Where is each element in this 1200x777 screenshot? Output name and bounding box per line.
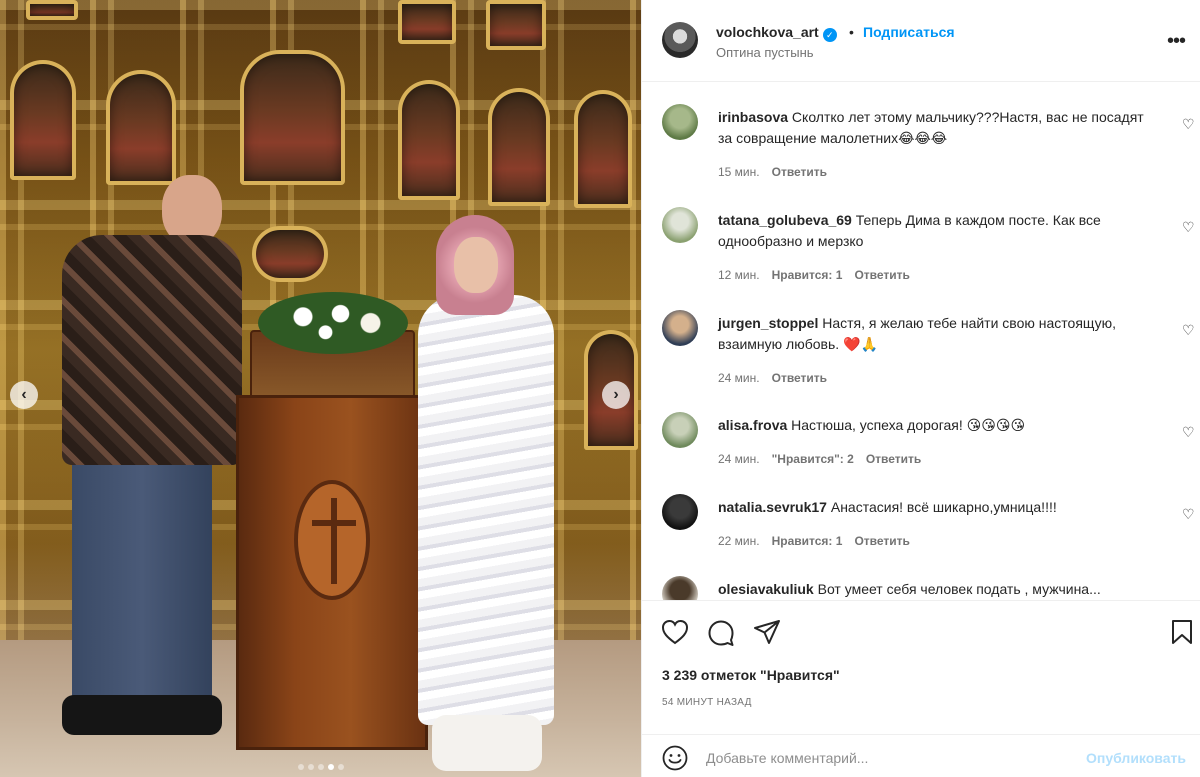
carousel-dot xyxy=(337,764,344,770)
like-comment-heart-icon[interactable]: ♡ xyxy=(1182,424,1195,441)
like-heart-icon[interactable] xyxy=(661,619,689,645)
comment-time: 12 мин. xyxy=(718,268,760,282)
commenter-avatar[interactable] xyxy=(662,494,698,530)
comment-body: Анастасия! всё шикарно,умница!!!! xyxy=(830,499,1057,515)
comment-body: Вот умеет себя человек подать , мужчина.… xyxy=(817,581,1101,597)
comment-text: natalia.sevruk17 Анастасия! всё шикарно,… xyxy=(718,497,1158,518)
carousel-dot xyxy=(317,764,324,770)
post-header: volochkova_art ✓ • Подписаться Оптина пус… xyxy=(642,0,1200,82)
icon-panel xyxy=(240,50,345,185)
comment-meta: 12 мин. Нравится: 1 Ответить xyxy=(718,268,910,282)
save-bookmark-icon[interactable] xyxy=(1171,619,1193,645)
comment-meta: 22 мин. Нравится: 1 Ответить xyxy=(718,534,910,548)
comment-time: 22 мин. xyxy=(718,534,760,548)
like-comment-heart-icon[interactable]: ♡ xyxy=(1182,322,1195,339)
comment-bubble-icon[interactable] xyxy=(707,619,735,647)
more-options-icon[interactable]: ••• xyxy=(1167,30,1186,53)
add-comment-bar: Опубликовать xyxy=(642,734,1200,777)
comment-username[interactable]: natalia.sevruk17 xyxy=(718,499,827,515)
post-side-panel: volochkova_art ✓ • Подписаться Оптина пус… xyxy=(641,0,1200,777)
carousel-dot xyxy=(297,764,304,770)
reply-button[interactable]: Ответить xyxy=(772,371,827,385)
reply-button[interactable]: Ответить xyxy=(854,268,909,282)
carousel-dot xyxy=(327,764,334,770)
carousel-indicator xyxy=(0,764,641,770)
icon-panel xyxy=(398,0,456,44)
comment-text: tatana_golubeva_69 Теперь Дима в каждом … xyxy=(718,210,1158,252)
commenter-avatar[interactable] xyxy=(662,207,698,243)
icon-panel xyxy=(10,60,76,180)
comment-username[interactable]: jurgen_stoppel xyxy=(718,315,818,331)
commenter-avatar[interactable] xyxy=(662,104,698,140)
comment-time: 24 мин. xyxy=(718,371,760,385)
author-avatar[interactable] xyxy=(662,22,698,58)
icon-panel xyxy=(486,0,546,50)
comment-text: alisa.frova Настюша, успеха дорогая! 😘😘😘… xyxy=(718,415,1158,436)
comment-likes[interactable]: Нравится: 1 xyxy=(772,534,843,548)
comment-likes[interactable]: "Нравится": 2 xyxy=(772,452,854,466)
follow-button[interactable]: Подписаться xyxy=(863,24,955,40)
post-location[interactable]: Оптина пустынь xyxy=(716,45,814,60)
author-username[interactable]: volochkova_art ✓ xyxy=(716,24,837,42)
comment-time: 15 мин. xyxy=(718,165,760,179)
reply-button[interactable]: Ответить xyxy=(854,534,909,548)
comment-username[interactable]: olesiavakuliuk xyxy=(718,581,814,597)
comment-meta: 24 мин. "Нравится": 2 Ответить xyxy=(718,452,921,466)
likes-count[interactable]: 3 239 отметок "Нравится" xyxy=(662,667,840,683)
chevron-left-icon: ‹ xyxy=(21,386,27,403)
comment-likes[interactable]: Нравится: 1 xyxy=(772,268,843,282)
comment-meta: 24 мин. Ответить xyxy=(718,371,827,385)
carousel-dot xyxy=(307,764,314,770)
icon-panel xyxy=(574,90,632,208)
comment-username[interactable]: alisa.frova xyxy=(718,417,787,433)
commenter-avatar[interactable] xyxy=(662,412,698,448)
icon-panel xyxy=(488,88,550,206)
carved-cross xyxy=(294,480,370,600)
flowers xyxy=(258,292,408,354)
like-comment-heart-icon[interactable]: ♡ xyxy=(1182,116,1195,133)
header-separator: • xyxy=(849,24,854,40)
icon-panel xyxy=(398,80,460,200)
author-username-text[interactable]: volochkova_art xyxy=(716,24,819,40)
icon-panel xyxy=(252,226,328,282)
emoji-icon[interactable] xyxy=(662,745,688,771)
reply-button[interactable]: Ответить xyxy=(772,165,827,179)
comment-username[interactable]: irinbasova xyxy=(718,109,788,125)
comment-text: olesiavakuliuk Вот умеет себя человек по… xyxy=(718,579,1158,600)
comment-input[interactable] xyxy=(706,747,1076,769)
publish-button[interactable]: Опубликовать xyxy=(1086,750,1186,766)
woman-figure xyxy=(418,215,558,775)
share-send-icon[interactable] xyxy=(753,619,781,645)
comment-time: 24 мин. xyxy=(718,452,760,466)
like-comment-heart-icon[interactable]: ♡ xyxy=(1182,219,1195,236)
reply-button[interactable]: Ответить xyxy=(866,452,921,466)
previous-slide-button[interactable]: ‹ xyxy=(10,381,38,409)
commenter-avatar[interactable] xyxy=(662,576,698,600)
comment-body: Настюша, успеха дорогая! 😘😘😘😘 xyxy=(791,417,1026,433)
comment-text: jurgen_stoppel Настя, я желаю тебе найти… xyxy=(718,313,1158,355)
comment-meta: 15 мин. Ответить xyxy=(718,165,827,179)
icon-panel xyxy=(106,70,176,185)
comment-text: irinbasova Сколтко лет этому мальчику???… xyxy=(718,107,1158,149)
comments-list[interactable]: irinbasova Сколтко лет этому мальчику???… xyxy=(642,82,1200,600)
chevron-right-icon: › xyxy=(613,386,619,403)
like-comment-heart-icon[interactable]: ♡ xyxy=(1182,506,1195,523)
verified-badge-icon: ✓ xyxy=(822,28,837,42)
icon-panel xyxy=(26,0,78,20)
post-timestamp[interactable]: 54 МИНУТ НАЗАД xyxy=(662,697,752,708)
post-media[interactable]: ‹ › xyxy=(0,0,641,777)
man-figure xyxy=(62,175,242,745)
commenter-avatar[interactable] xyxy=(662,310,698,346)
next-slide-button[interactable]: › xyxy=(602,381,630,409)
comment-username[interactable]: tatana_golubeva_69 xyxy=(718,212,852,228)
